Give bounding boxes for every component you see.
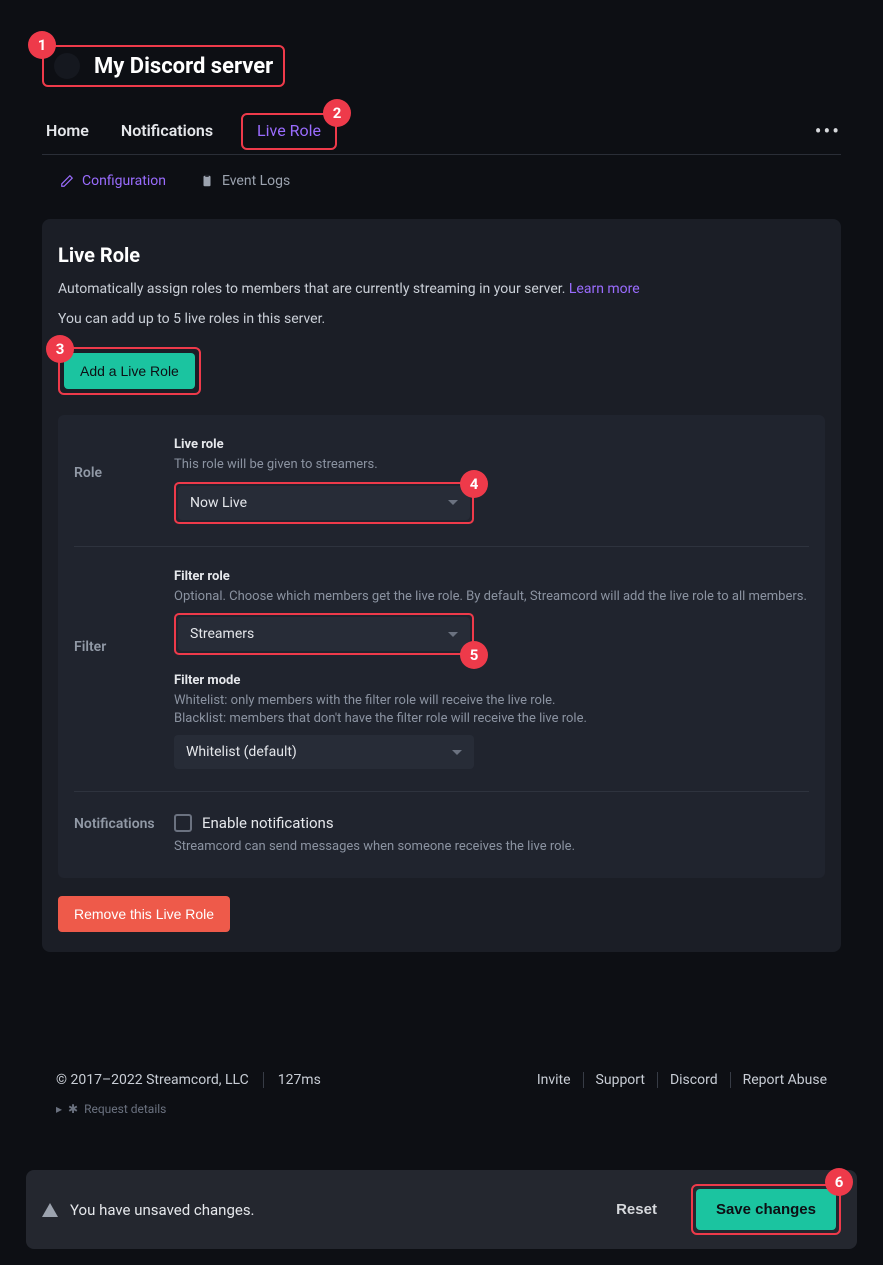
filter-mode-field-label: Filter mode (174, 673, 809, 688)
tab-live-role[interactable]: Live Role (241, 113, 337, 150)
main-tabs: Home Notifications 2 Live Role ••• (42, 113, 841, 155)
reset-button[interactable]: Reset (598, 1189, 675, 1230)
live-role-select[interactable]: Now Live (178, 486, 470, 520)
add-live-role-button[interactable]: Add a Live Role (64, 353, 195, 389)
card-title: Live Role (58, 243, 825, 267)
role-row: Role Live role This role will be given t… (74, 415, 809, 547)
subtab-configuration[interactable]: Configuration (60, 173, 166, 189)
filter-row: Filter Filter role Optional. Choose whic… (74, 547, 809, 793)
request-details-label: Request details (84, 1102, 166, 1116)
learn-more-link[interactable]: Learn more (569, 281, 640, 297)
filter-mode-field-help: Whitelist: only members with the filter … (174, 692, 809, 727)
annotation-badge-3: 3 (46, 335, 74, 363)
annotation-badge-5: 5 (460, 641, 488, 669)
role-row-label: Role (74, 437, 174, 524)
filter-role-select-value: Streamers (190, 626, 254, 642)
request-details-toggle[interactable]: ▸ ✱ Request details (56, 1102, 827, 1116)
caret-down-icon (448, 632, 458, 637)
enable-notifications-checkbox[interactable] (174, 814, 192, 832)
edit-icon (60, 174, 74, 188)
warning-icon (42, 1203, 58, 1217)
footer-link-report[interactable]: Report Abuse (743, 1072, 827, 1088)
remove-live-role-button[interactable]: Remove this Live Role (58, 896, 230, 932)
enable-notifications-label: Enable notifications (202, 814, 334, 832)
filter-mode-select[interactable]: Whitelist (default) (174, 735, 474, 769)
live-role-select-value: Now Live (190, 495, 247, 511)
toast-message: You have unsaved changes. (70, 1201, 255, 1219)
annotation-badge-2: 2 (323, 99, 351, 127)
separator (263, 1072, 264, 1088)
more-menu-icon[interactable]: ••• (815, 119, 841, 143)
annotation-badge-4: 4 (460, 470, 488, 498)
filter-mode-select-value: Whitelist (default) (186, 744, 297, 760)
separator (657, 1072, 658, 1088)
tab-notifications[interactable]: Notifications (117, 113, 217, 154)
tab-home[interactable]: Home (42, 113, 93, 154)
annotation-badge-1: 1 (28, 31, 56, 59)
gear-icon: ✱ (68, 1102, 78, 1116)
tab-live-role-label: Live Role (257, 121, 321, 140)
notifications-row: Notifications Enable notifications Strea… (74, 792, 809, 878)
sub-tabs: Configuration Event Logs (42, 173, 841, 189)
footer-link-discord[interactable]: Discord (670, 1072, 718, 1088)
filter-role-field-help: Optional. Choose which members get the l… (174, 588, 809, 606)
server-avatar (54, 53, 80, 79)
live-role-field-label: Live role (174, 437, 809, 452)
subtab-event-logs[interactable]: Event Logs (200, 173, 290, 189)
save-changes-button[interactable]: Save changes (696, 1189, 836, 1230)
notifications-help: Streamcord can send messages when someon… (174, 838, 809, 856)
live-role-field-help: This role will be given to streamers. (174, 456, 809, 474)
filter-role-field-label: Filter role (174, 569, 809, 584)
server-header: My Discord server (42, 45, 285, 87)
filter-role-select[interactable]: Streamers (178, 617, 470, 651)
caret-down-icon (452, 750, 462, 755)
server-name: My Discord server (94, 54, 273, 79)
page-footer: © 2017–2022 Streamcord, LLC 127ms Invite… (42, 1072, 841, 1116)
live-role-card: Live Role Automatically assign roles to … (42, 219, 841, 952)
play-icon: ▸ (56, 1102, 62, 1116)
clipboard-icon (200, 174, 214, 188)
footer-link-support[interactable]: Support (596, 1072, 645, 1088)
unsaved-changes-toast: You have unsaved changes. Reset 6 Save c… (26, 1170, 857, 1249)
footer-link-invite[interactable]: Invite (537, 1072, 571, 1088)
subtab-configuration-label: Configuration (82, 173, 166, 189)
caret-down-icon (448, 500, 458, 505)
separator (583, 1072, 584, 1088)
subtab-event-logs-label: Event Logs (222, 173, 290, 189)
notifications-row-label: Notifications (74, 814, 174, 856)
live-role-config: Role Live role This role will be given t… (58, 415, 825, 878)
footer-copyright: © 2017–2022 Streamcord, LLC (56, 1072, 249, 1088)
footer-latency: 127ms (278, 1072, 321, 1088)
annotation-badge-6: 6 (825, 1168, 853, 1196)
card-description: Automatically assign roles to members th… (58, 281, 825, 297)
separator (730, 1072, 731, 1088)
filter-row-label: Filter (74, 569, 174, 770)
card-limit-text: You can add up to 5 live roles in this s… (58, 311, 825, 327)
